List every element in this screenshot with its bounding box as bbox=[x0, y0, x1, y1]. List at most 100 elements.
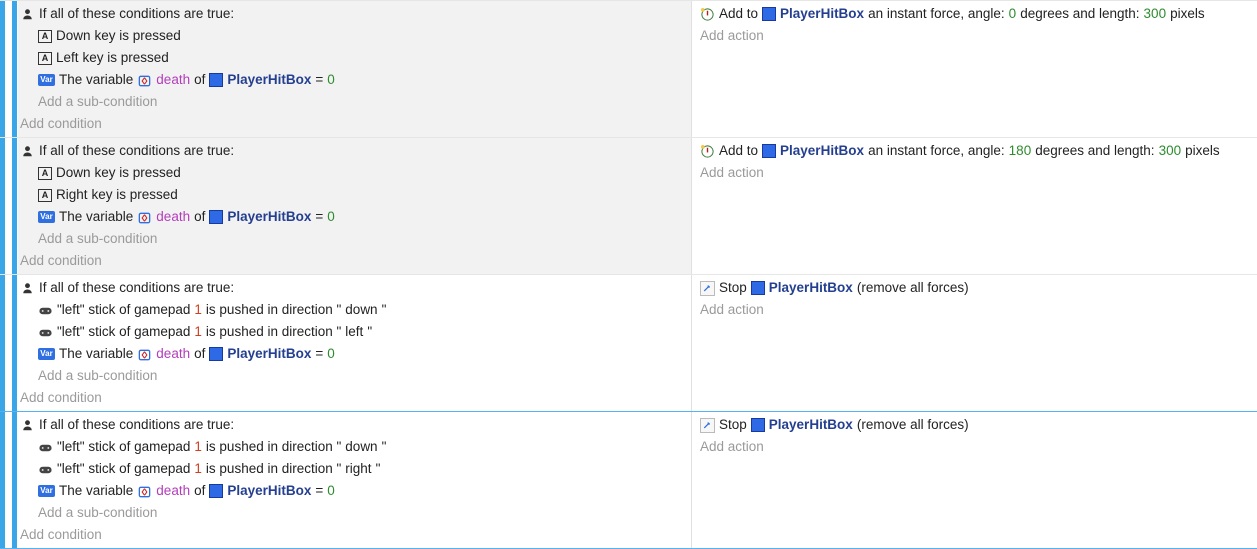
object-name: PlayerHitBox bbox=[780, 142, 864, 160]
key-icon: A bbox=[38, 52, 52, 65]
add-condition-link[interactable]: Add condition bbox=[18, 387, 687, 409]
add-condition-link[interactable]: Add condition bbox=[18, 250, 687, 272]
add-action-link[interactable]: Add action bbox=[700, 25, 1249, 47]
gamepad-icon bbox=[38, 462, 53, 477]
gamepad-direction: right bbox=[345, 460, 371, 478]
object-icon bbox=[762, 144, 776, 158]
gamepad-icon bbox=[38, 325, 53, 340]
add-condition-link[interactable]: Add condition bbox=[18, 113, 687, 135]
condition-gamepad-dir[interactable]: "left" stick of gamepad 1 is pushed in d… bbox=[18, 321, 687, 343]
action-add-force[interactable]: Add to PlayerHitBox an instant force, an… bbox=[700, 3, 1249, 25]
object-variable-icon bbox=[137, 73, 152, 88]
add-action-link[interactable]: Add action bbox=[700, 436, 1249, 458]
stop-action-icon bbox=[700, 281, 715, 296]
condition-key-pressed[interactable]: A Left key is pressed bbox=[18, 47, 687, 69]
gamepad-direction: left bbox=[345, 323, 363, 341]
condition-key-pressed[interactable]: ARight key is pressed bbox=[18, 184, 687, 206]
condition-and-header[interactable]: If all of these conditions are true: bbox=[18, 3, 687, 25]
variable-badge-icon: Var bbox=[38, 211, 55, 223]
condition-and-header[interactable]: If all of these conditions are true: bbox=[18, 414, 687, 436]
object-icon bbox=[209, 210, 223, 224]
condition-and-header[interactable]: If all of these conditions are true: bbox=[18, 140, 687, 162]
add-condition-link[interactable]: Add condition bbox=[18, 524, 687, 546]
object-icon bbox=[209, 73, 223, 87]
and-icon bbox=[20, 281, 35, 296]
key-suffix: key is pressed bbox=[83, 49, 169, 67]
and-icon bbox=[20, 418, 35, 433]
object-chip: PlayerHitBox bbox=[209, 71, 311, 89]
force-icon bbox=[700, 7, 715, 22]
nesting-marker bbox=[6, 138, 11, 274]
conditions-column: If all of these conditions are true:"lef… bbox=[18, 412, 692, 548]
action-add-force[interactable]: Add to PlayerHitBox an instant force, an… bbox=[700, 140, 1249, 162]
condition-key-pressed[interactable]: ADown key is pressed bbox=[18, 25, 687, 47]
key-icon: A bbox=[38, 167, 52, 180]
key-suffix: key is pressed bbox=[95, 164, 181, 182]
key-name: Left bbox=[56, 49, 79, 67]
nesting-marker bbox=[6, 412, 11, 548]
object-variable-icon bbox=[137, 484, 152, 499]
stop-action-icon bbox=[700, 418, 715, 433]
object-chip: PlayerHitBox bbox=[762, 142, 864, 160]
condition-and-header[interactable]: If all of these conditions are true: bbox=[18, 277, 687, 299]
conditions-column: If all of these conditions are true:ADow… bbox=[18, 1, 692, 137]
event-row[interactable]: If all of these conditions are true:ADow… bbox=[0, 137, 1257, 274]
add-sub-condition-link[interactable]: Add a sub-condition bbox=[18, 228, 687, 250]
event-row[interactable]: If all of these conditions are true:"lef… bbox=[0, 274, 1257, 411]
nesting-markers bbox=[0, 412, 18, 548]
and-icon bbox=[20, 7, 35, 22]
key-name: Right bbox=[56, 186, 88, 204]
gamepad-index: 1 bbox=[194, 323, 202, 341]
add-action-link[interactable]: Add action bbox=[700, 299, 1249, 321]
variable-badge-icon: Var bbox=[38, 348, 55, 360]
condition-gamepad-dir[interactable]: "left" stick of gamepad 1 is pushed in d… bbox=[18, 436, 687, 458]
object-name: PlayerHitBox bbox=[769, 279, 853, 297]
object-chip: PlayerHitBox bbox=[209, 345, 311, 363]
action-stop-object[interactable]: Stop PlayerHitBox (remove all forces) bbox=[700, 414, 1249, 436]
add-action-link[interactable]: Add action bbox=[700, 162, 1249, 184]
and-icon bbox=[20, 144, 35, 159]
object-icon bbox=[751, 418, 765, 432]
nesting-marker bbox=[12, 412, 17, 548]
object-variable-icon bbox=[137, 347, 152, 362]
condition-object-variable[interactable]: VarThe variable death of PlayerHitBox = … bbox=[18, 69, 687, 91]
conditions-column: If all of these conditions are true:"lef… bbox=[18, 275, 692, 411]
variable-name: death bbox=[156, 208, 190, 226]
variable-name: death bbox=[156, 71, 190, 89]
variable-value: 0 bbox=[327, 345, 335, 363]
object-icon bbox=[209, 347, 223, 361]
event-row[interactable]: If all of these conditions are true:"lef… bbox=[0, 411, 1257, 549]
add-sub-condition-link[interactable]: Add a sub-condition bbox=[18, 91, 687, 113]
action-stop-object[interactable]: Stop PlayerHitBox (remove all forces) bbox=[700, 277, 1249, 299]
variable-value: 0 bbox=[327, 208, 335, 226]
add-sub-condition-link[interactable]: Add a sub-condition bbox=[18, 502, 687, 524]
condition-key-pressed[interactable]: ADown key is pressed bbox=[18, 162, 687, 184]
nesting-marker bbox=[0, 412, 5, 548]
object-name: PlayerHitBox bbox=[780, 5, 864, 23]
variable-value: 0 bbox=[327, 482, 335, 500]
event-row[interactable]: If all of these conditions are true:ADow… bbox=[0, 0, 1257, 137]
conditions-column: If all of these conditions are true:ADow… bbox=[18, 138, 692, 274]
condition-object-variable[interactable]: VarThe variable death of PlayerHitBox = … bbox=[18, 480, 687, 502]
key-suffix: key is pressed bbox=[92, 186, 178, 204]
variable-name: death bbox=[156, 482, 190, 500]
nesting-marker bbox=[12, 1, 17, 137]
nesting-marker bbox=[0, 1, 5, 137]
object-name: PlayerHitBox bbox=[227, 71, 311, 89]
gamepad-index: 1 bbox=[194, 301, 202, 319]
variable-badge-icon: Var bbox=[38, 74, 55, 86]
key-icon: A bbox=[38, 30, 52, 43]
condition-object-variable[interactable]: VarThe variable death of PlayerHitBox = … bbox=[18, 343, 687, 365]
condition-gamepad-dir[interactable]: "left" stick of gamepad 1 is pushed in d… bbox=[18, 458, 687, 480]
force-icon bbox=[700, 144, 715, 159]
nesting-marker bbox=[12, 275, 17, 411]
gamepad-icon bbox=[38, 303, 53, 318]
object-name: PlayerHitBox bbox=[769, 416, 853, 434]
add-sub-condition-link[interactable]: Add a sub-condition bbox=[18, 365, 687, 387]
variable-value: 0 bbox=[327, 71, 335, 89]
gamepad-index: 1 bbox=[194, 438, 202, 456]
variable-badge-icon: Var bbox=[38, 485, 55, 497]
condition-gamepad-dir[interactable]: "left" stick of gamepad 1 is pushed in d… bbox=[18, 299, 687, 321]
condition-object-variable[interactable]: VarThe variable death of PlayerHitBox = … bbox=[18, 206, 687, 228]
nesting-markers bbox=[0, 138, 18, 274]
